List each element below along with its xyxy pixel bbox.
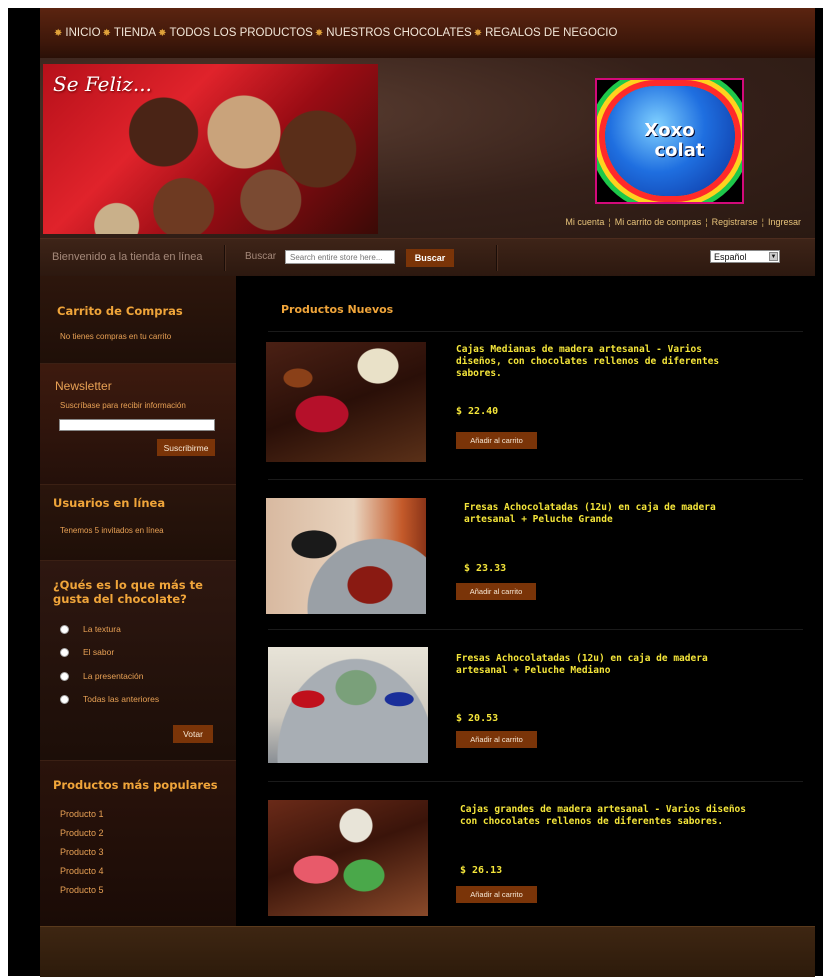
add-to-cart-button[interactable]: Añadir al carrito [456, 886, 537, 903]
radio-button[interactable] [60, 694, 69, 704]
star-icon: ✸ [314, 27, 324, 39]
link-mi-cuenta[interactable]: Mi cuenta [565, 217, 604, 227]
nav-item-todos-los-productos[interactable]: TODOS LOS PRODUCTOS [169, 27, 312, 39]
divider [224, 245, 226, 271]
product-name[interactable]: Cajas Medianas de madera artesanal - Var… [456, 344, 746, 380]
product-name[interactable]: Fresas Achocolatadas (12u) en caja de ma… [456, 653, 746, 677]
newsletter-title: Newsletter [55, 379, 112, 393]
account-links: Mi cuenta ¦ Mi carrito de compras ¦ Registra… [565, 217, 801, 227]
page-frame: ✸ INICIO ✸ TIENDA ✸ TODOS LOS PRODUCTOS … [8, 8, 823, 977]
cart-empty-text: No tienes compras en tu carrito [60, 332, 172, 341]
chocolate-banner-image: Se Feliz... [43, 64, 378, 234]
divider [496, 245, 498, 271]
divider [268, 781, 803, 782]
nav-item-nuestros-chocolates[interactable]: NUESTROS CHOCOLATES [326, 27, 471, 39]
product-image[interactable] [268, 800, 428, 916]
radio-button[interactable] [60, 624, 69, 634]
site-wrapper: ✸ INICIO ✸ TIENDA ✸ TODOS LOS PRODUCTOS … [40, 8, 815, 977]
star-icon: ✸ [54, 27, 63, 39]
search-label: Buscar [245, 251, 277, 262]
sidebar: Carrito de Compras No tienes compras en … [40, 276, 236, 926]
popular-product-link[interactable]: Producto 1 [60, 809, 104, 819]
poll-option[interactable]: La presentación [60, 671, 144, 681]
subscribe-button[interactable]: Suscribirme [157, 439, 215, 456]
newsletter-email-input[interactable] [59, 419, 215, 431]
product-price: $ 22.40 [456, 406, 499, 417]
main-content: Productos Nuevos Cajas Medianas de mader… [236, 276, 815, 926]
search-button[interactable]: Buscar [406, 249, 454, 267]
poll-option[interactable]: Todas las anteriores [60, 694, 159, 704]
online-users-text: Tenemos 5 invitados en línea [60, 526, 164, 535]
language-select[interactable]: Español ▼ [710, 250, 780, 263]
nav-item-regalos-de-negocio[interactable]: REGALOS DE NEGOCIO [485, 27, 617, 39]
product-image[interactable] [266, 498, 426, 614]
add-to-cart-button[interactable]: Añadir al carrito [456, 583, 536, 600]
product-name[interactable]: Fresas Achocolatadas (12u) en caja de ma… [464, 502, 754, 526]
popular-product-link[interactable]: Producto 4 [60, 866, 104, 876]
popular-product-link[interactable]: Producto 2 [60, 828, 104, 838]
radio-button[interactable] [60, 671, 69, 681]
nav-item-inicio[interactable]: INICIO [65, 27, 100, 39]
product-item: Fresas Achocolatadas (12u) en caja de ma… [266, 647, 806, 763]
link-registrarse[interactable]: Registrarse [712, 217, 758, 227]
poll-question: ¿Qués es lo que más te gusta del chocola… [53, 578, 203, 606]
product-item: Cajas Medianas de madera artesanal - Var… [266, 342, 806, 462]
product-image[interactable] [268, 647, 428, 763]
language-value: Español [714, 251, 747, 262]
site-logo[interactable]: Xoxo colat [595, 78, 744, 204]
popular-product-link[interactable]: Producto 3 [60, 847, 104, 857]
site-footer [40, 926, 815, 977]
product-image[interactable] [266, 342, 426, 462]
newsletter-text: Suscríbase para recibir información [60, 401, 186, 410]
divider [268, 629, 803, 630]
product-name[interactable]: Cajas grandes de madera artesanal - Vari… [460, 804, 750, 828]
banner-text: Se Feliz... [53, 72, 152, 96]
nav-item-tienda[interactable]: TIENDA [114, 27, 156, 39]
link-mi-carrito[interactable]: Mi carrito de compras [615, 217, 702, 227]
search-bar: Bienvenido a la tienda en línea Buscar B… [40, 238, 815, 277]
poll-box: ¿Qués es lo que más te gusta del chocola… [40, 561, 236, 761]
welcome-text: Bienvenido a la tienda en línea [52, 251, 203, 263]
heart-logo-icon: Xoxo colat [604, 86, 735, 196]
vote-button[interactable]: Votar [173, 725, 213, 743]
search-input[interactable] [285, 250, 395, 264]
popular-products-box: Productos más populares Producto 1 Produ… [40, 761, 236, 926]
chevron-down-icon[interactable]: ▼ [769, 252, 778, 261]
popular-products-title: Productos más populares [53, 778, 218, 792]
cart-box: Carrito de Compras No tienes compras en … [40, 276, 236, 364]
popular-product-link[interactable]: Producto 5 [60, 885, 104, 895]
newsletter-box: Newsletter Suscríbase para recibir infor… [40, 364, 236, 485]
product-item: Fresas Achocolatadas (12u) en caja de ma… [266, 498, 806, 614]
product-price: $ 23.33 [464, 563, 507, 574]
page-title: Productos Nuevos [281, 303, 394, 316]
divider [268, 331, 803, 332]
cart-title: Carrito de Compras [57, 304, 183, 318]
top-navigation: ✸ INICIO ✸ TIENDA ✸ TODOS LOS PRODUCTOS … [40, 8, 815, 58]
link-ingresar[interactable]: Ingresar [768, 217, 801, 227]
star-icon: ✸ [158, 27, 167, 39]
add-to-cart-button[interactable]: Añadir al carrito [456, 432, 537, 449]
online-users-title: Usuarios en línea [53, 496, 166, 510]
product-item: Cajas grandes de madera artesanal - Vari… [266, 800, 806, 916]
online-users-box: Usuarios en línea Tenemos 5 invitados en… [40, 485, 236, 561]
star-icon: ✸ [473, 27, 483, 39]
star-icon: ✸ [102, 27, 111, 39]
divider [268, 479, 803, 480]
poll-option[interactable]: El sabor [60, 647, 114, 657]
radio-button[interactable] [60, 647, 69, 657]
product-price: $ 20.53 [456, 713, 499, 724]
poll-option[interactable]: La textura [60, 624, 121, 634]
product-price: $ 26.13 [460, 865, 503, 876]
add-to-cart-button[interactable]: Añadir al carrito [456, 731, 537, 748]
site-header: Se Feliz... Xoxo colat Mi cuenta ¦ Mi carr… [40, 58, 815, 238]
